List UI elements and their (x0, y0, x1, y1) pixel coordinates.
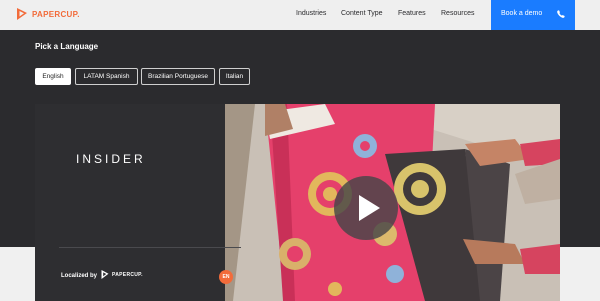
language-option-italian[interactable]: Italian (219, 68, 250, 85)
papercup-logo-icon (17, 8, 27, 20)
phone-icon (557, 10, 565, 18)
papercup-mini-logo-icon (101, 270, 109, 279)
play-icon (359, 195, 380, 221)
language-option-latam-spanish[interactable]: LATAM Spanish (75, 68, 138, 85)
language-badge: EN (219, 270, 233, 284)
book-demo-button[interactable]: Book a demo (491, 0, 575, 30)
pick-language-title: Pick a Language (35, 42, 99, 51)
channel-title: INSIDER (76, 152, 146, 166)
papercup-logo-text: PAPERCUP. (32, 9, 80, 19)
papercup-mini-logo-text: PAPERCUP. (112, 271, 143, 278)
book-demo-label: Book a demo (501, 10, 543, 17)
language-option-english[interactable]: English (35, 68, 71, 85)
papercup-mini-logo: PAPERCUP. (101, 270, 143, 279)
papercup-logo[interactable]: PAPERCUP. (16, 8, 80, 20)
play-button[interactable] (334, 176, 398, 240)
nav-link-features[interactable]: Features (398, 10, 426, 17)
nav-link-resources[interactable]: Resources (441, 10, 474, 17)
nav-link-industries[interactable]: Industries (296, 10, 326, 17)
video-player[interactable]: INSIDER Localized by PAPERCUP. EN (35, 104, 560, 301)
localized-by-label: Localized by (61, 273, 98, 279)
video-divider (59, 247, 241, 248)
top-navbar: PAPERCUP. Industries Content Type Featur… (0, 0, 600, 30)
language-option-brazilian-portuguese[interactable]: Brazilian Portuguese (141, 68, 215, 85)
nav-link-content-type[interactable]: Content Type (341, 10, 383, 17)
